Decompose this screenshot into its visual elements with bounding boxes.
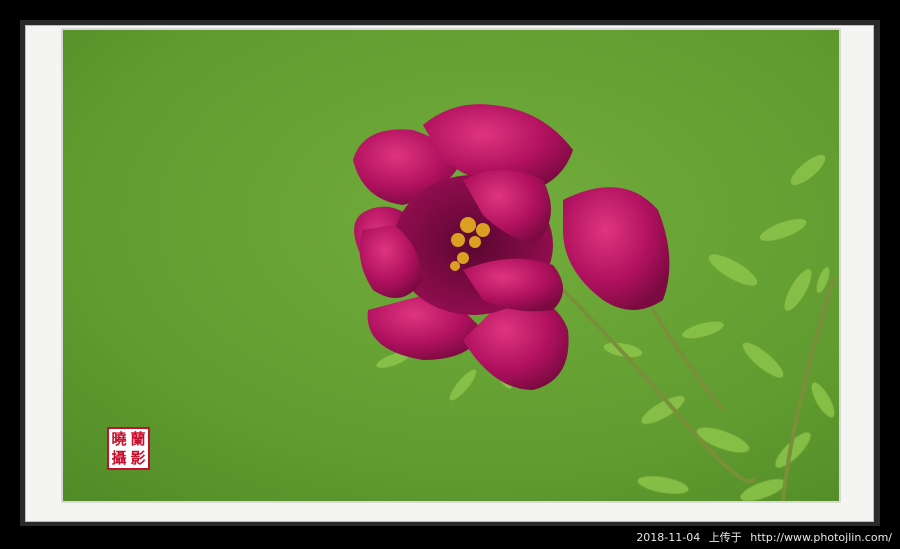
source-url[interactable]: http://www.photojlin.com/ xyxy=(750,531,892,544)
seal-glyph: 蘭 xyxy=(130,429,146,448)
peony-photo xyxy=(61,28,841,503)
upload-date: 2018-11-04 xyxy=(636,531,701,544)
upload-caption: 2018-11-04 上传于 http://www.photojlin.com/ xyxy=(631,529,892,545)
upload-action: 上传于 xyxy=(708,531,742,544)
seal-glyph: 曉 xyxy=(111,429,127,448)
peony-image xyxy=(63,30,839,501)
artist-seal: 曉 蘭 攝 影 xyxy=(107,427,150,470)
seal-glyph: 攝 xyxy=(111,448,127,467)
seal-glyph: 影 xyxy=(130,448,146,467)
